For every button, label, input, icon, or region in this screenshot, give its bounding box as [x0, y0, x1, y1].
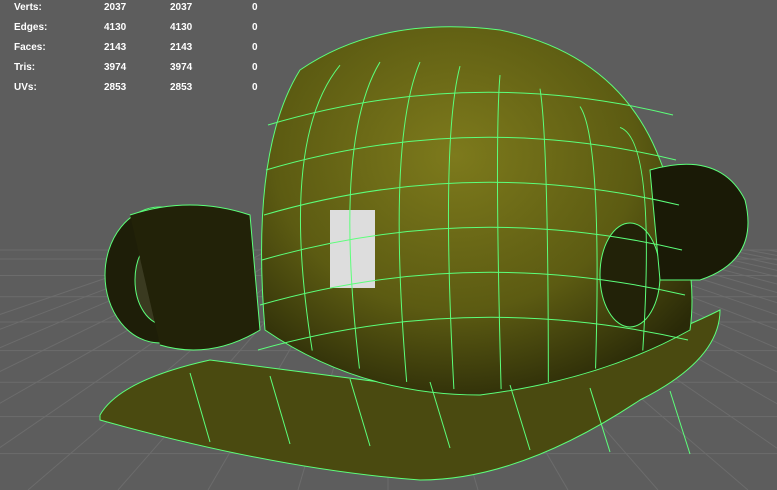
- stat-value-selected: 2037: [170, 2, 193, 13]
- helmet-label-sticker: [330, 210, 375, 288]
- stat-value-object: 4130: [104, 22, 127, 33]
- left-headlamp: [104, 204, 261, 351]
- poly-count-row: Tris: 3974 3974 0: [0, 62, 280, 82]
- poly-count-row: Edges: 4130 4130 0: [0, 22, 280, 42]
- stat-value-selected: 2853: [170, 82, 193, 93]
- stat-label: UVs:: [14, 82, 37, 93]
- helmet-dome: [261, 26, 693, 396]
- stat-label: Faces:: [14, 42, 46, 53]
- stat-value-components: 0: [252, 62, 258, 73]
- poly-count-row: UVs: 2853 2853 0: [0, 82, 280, 102]
- stat-value-object: 2037: [104, 2, 127, 13]
- stat-value-components: 0: [252, 42, 258, 53]
- stat-value-components: 0: [252, 82, 258, 93]
- stat-label: Tris:: [14, 62, 36, 73]
- poly-count-row: Verts: 2037 2037 0: [0, 2, 280, 22]
- poly-count-row: Faces: 2143 2143 0: [0, 42, 280, 62]
- stat-value-selected: 3974: [170, 62, 193, 73]
- stat-value-selected: 2143: [170, 42, 193, 53]
- stat-label: Edges:: [14, 22, 48, 33]
- stat-value-object: 2853: [104, 82, 127, 93]
- stat-value-object: 3974: [104, 62, 127, 73]
- stat-value-object: 2143: [104, 42, 127, 53]
- stat-value-selected: 4130: [170, 22, 193, 33]
- stat-label: Verts:: [14, 2, 42, 13]
- wireframe-edge: [669, 390, 691, 455]
- stat-value-components: 0: [252, 22, 258, 33]
- stat-value-components: 0: [252, 2, 258, 13]
